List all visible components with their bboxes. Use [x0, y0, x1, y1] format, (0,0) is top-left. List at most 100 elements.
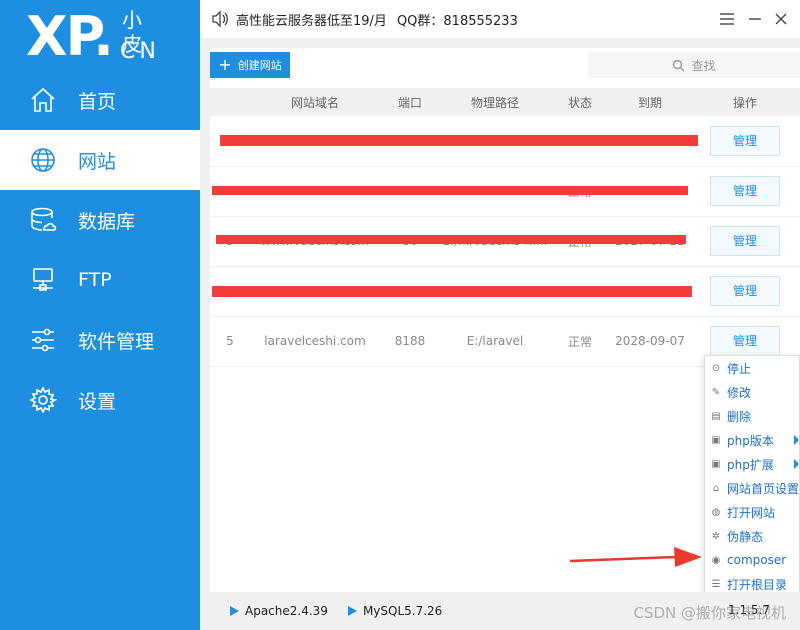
sidebar-nav: 首页 网站 数据库 FTP 软件管理 设置 — [0, 70, 200, 430]
create-website-label: 创建网站 — [237, 59, 282, 72]
service-apache[interactable]: Apache2.4.39 — [230, 604, 328, 618]
php-extension-icon: ▣ — [711, 458, 721, 470]
menu-item-php-version[interactable]: ▣ php版本 — [705, 428, 799, 452]
menu-item-label: 打开根目录 — [727, 577, 788, 592]
cell-expire: 2028-09-07 — [610, 316, 690, 367]
menu-item-rewrite[interactable]: ✲ 伪静态 — [705, 524, 799, 548]
create-website-button[interactable]: + 创建网站 — [210, 52, 290, 78]
composer-icon: ◉ — [711, 554, 721, 566]
menu-item-stop[interactable]: ⊙ 停止 — [705, 356, 799, 380]
plus-icon: + — [218, 55, 232, 74]
redaction-mark — [216, 235, 686, 244]
sidebar-item-label: 数据库 — [78, 210, 136, 233]
play-icon — [230, 606, 239, 616]
column-header: 操作 — [690, 88, 800, 116]
table-header-row: 网站域名 端口 物理路径 状态 到期 操作 — [210, 88, 800, 116]
manage-button[interactable]: 管理 — [710, 326, 780, 356]
settings-sliders-icon — [28, 325, 58, 355]
watermark: CSDN @搬你家电视机 — [633, 604, 786, 622]
menu-item-label: 删除 — [727, 409, 752, 424]
stop-icon: ⊙ — [711, 362, 721, 374]
announcement[interactable]: 高性能云服务器低至19/月 QQ群：818555233 — [236, 10, 518, 29]
logo-main: XP. — [26, 5, 114, 68]
sidebar-item-software[interactable]: 软件管理 — [0, 310, 200, 370]
manage-button[interactable]: 管理 — [710, 276, 780, 306]
annotation-arrow-icon — [569, 547, 702, 567]
menu-item-composer[interactable]: ◉ composer — [705, 548, 799, 572]
play-icon — [347, 606, 357, 616]
globe-icon — [28, 145, 58, 175]
home-icon — [28, 85, 58, 115]
column-header — [210, 88, 250, 116]
sidebar-item-settings[interactable]: 设置 — [0, 370, 200, 430]
cell-id: 5 — [210, 316, 250, 367]
website-table: 网站域名 端口 物理路径 状态 到期 操作 管理 管理 管理 管理 5 lara… — [210, 88, 800, 367]
qq-group: QQ群：818555233 — [396, 13, 518, 29]
menu-item-label: 网站首页设置 — [726, 481, 799, 496]
submenu-arrow-icon — [794, 435, 799, 445]
menu-item-label: 停止 — [727, 361, 752, 376]
sidebar-item-label: 设置 — [78, 390, 117, 413]
minimize-icon[interactable] — [744, 8, 766, 30]
redaction-mark — [212, 186, 688, 195]
php-version-icon: ▣ — [711, 434, 721, 446]
menu-item-delete[interactable]: ▤ 删除 — [705, 404, 799, 428]
service-mysql[interactable]: MySQL5.7.26 — [347, 604, 442, 618]
menu-item-label: composer — [727, 553, 787, 567]
sidebar-item-home[interactable]: 首页 — [0, 70, 200, 130]
menu-item-label: 修改 — [727, 385, 752, 400]
manage-button[interactable]: 管理 — [710, 226, 780, 256]
column-header: 到期 — [610, 88, 690, 116]
logo-cn: CN — [120, 39, 160, 64]
folder-list-icon: ☰ — [711, 578, 721, 590]
search-input[interactable]: 查找 — [588, 52, 800, 78]
trash-icon: ▤ — [711, 410, 721, 422]
column-header: 状态 — [550, 88, 610, 116]
ftp-icon — [28, 265, 58, 295]
rewrite-icon: ✲ — [711, 530, 721, 542]
speaker-icon — [210, 9, 230, 29]
submenu-arrow-icon — [794, 459, 799, 469]
cell-port: 8188 — [380, 316, 440, 367]
search-icon — [673, 59, 685, 71]
announcement-text: 高性能云服务器低至19/月 — [236, 13, 387, 29]
sidebar-item-label: 网站 — [78, 150, 117, 173]
redaction-mark — [212, 286, 692, 297]
menu-item-open-site[interactable]: ◍ 打开网站 — [705, 500, 799, 524]
menu-icon[interactable] — [716, 8, 738, 30]
search-placeholder: 查找 — [691, 58, 716, 73]
close-icon[interactable] — [770, 8, 792, 30]
manage-button[interactable]: 管理 — [710, 125, 780, 156]
sidebar-item-websites[interactable]: 网站 — [0, 130, 200, 190]
menu-item-label: 打开网站 — [727, 505, 776, 520]
cell-domain: laravelceshi.com — [250, 316, 380, 367]
cell-status: 正常 — [550, 316, 610, 367]
menu-item-label: 伪静态 — [727, 529, 764, 544]
context-menu: ⊙ 停止 ✎ 修改 ▤ 删除 ▣ php版本 ▣ php扩展 ⌂ 网站首页设置 … — [704, 355, 800, 597]
manage-button[interactable]: 管理 — [710, 176, 780, 206]
sidebar-item-ftp[interactable]: FTP — [0, 250, 200, 310]
sidebar: XP. 小皮 CN 首页 网站 数据库 FTP 软件管理 设置 — [0, 0, 200, 630]
menu-item-label: php扩展 — [727, 457, 774, 472]
top-bar: 高性能云服务器低至19/月 QQ群：818555233 — [200, 0, 800, 38]
menu-item-edit[interactable]: ✎ 修改 — [705, 380, 799, 404]
column-header: 端口 — [380, 88, 440, 116]
sidebar-item-database[interactable]: 数据库 — [0, 190, 200, 250]
sidebar-item-label: 首页 — [78, 90, 117, 113]
database-icon — [28, 205, 58, 235]
sidebar-item-label: FTP — [78, 269, 112, 291]
menu-item-label: php版本 — [727, 433, 774, 448]
edit-icon: ✎ — [711, 386, 721, 398]
cell-path: E:/laravel — [440, 316, 550, 367]
column-header: 物理路径 — [440, 88, 550, 116]
menu-item-homepage-settings[interactable]: ⌂ 网站首页设置 — [705, 476, 799, 500]
globe-icon: ◍ — [711, 506, 721, 518]
menu-item-php-extension[interactable]: ▣ php扩展 — [705, 452, 799, 476]
gear-icon — [28, 385, 58, 415]
column-header: 网站域名 — [250, 88, 380, 116]
service-label: Apache2.4.39 — [245, 604, 328, 618]
redaction-mark — [220, 135, 698, 146]
home-icon: ⌂ — [712, 482, 720, 494]
sidebar-item-label: 软件管理 — [78, 330, 155, 353]
status-bar: Apache2.4.39 MySQL5.7.26 1.1.5.7 CSDN @搬… — [200, 592, 800, 630]
